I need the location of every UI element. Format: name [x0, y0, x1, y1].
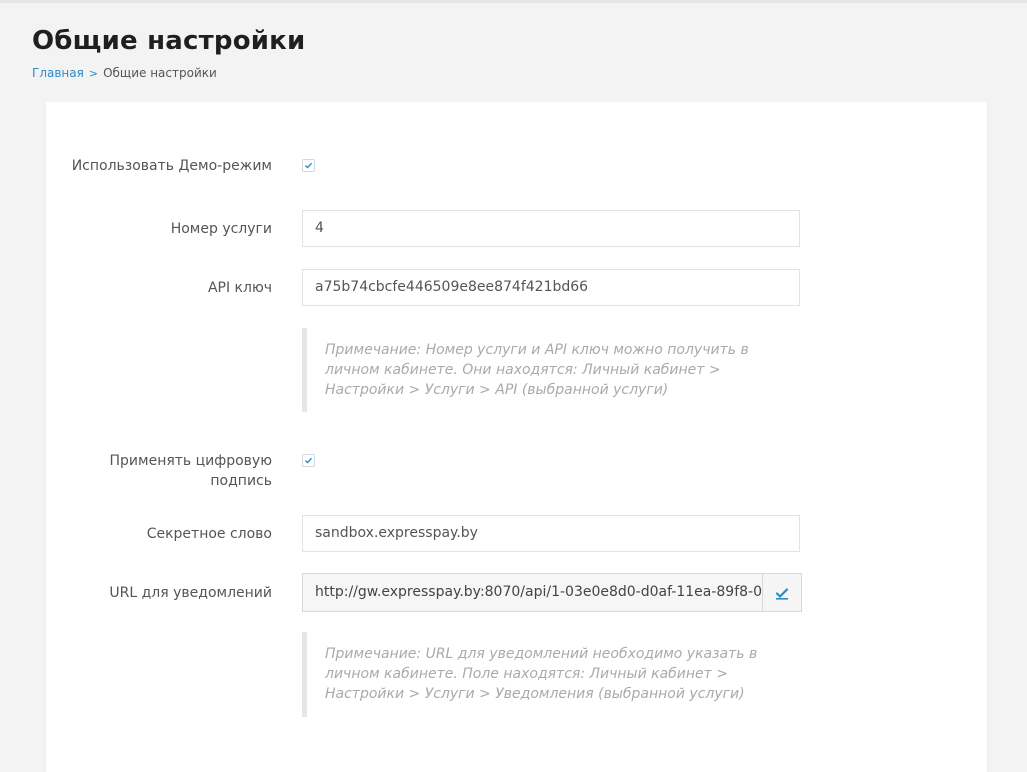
- api-note: Примечание: Номер услуги и API ключ можн…: [302, 328, 792, 412]
- api-key-input[interactable]: a75b74cbcfe446509e8ee874f421bd66: [302, 269, 800, 306]
- notification-url-group: http://gw.expresspay.by:8070/api/1-03e0e…: [302, 573, 802, 612]
- notification-url-label: URL для уведомлений: [109, 585, 272, 601]
- checkmark-icon: [305, 457, 313, 464]
- checkmark-icon: [305, 162, 313, 169]
- service-number-label: Номер услуги: [170, 221, 272, 237]
- breadcrumb-separator: >: [88, 67, 99, 80]
- breadcrumb-home-link[interactable]: Главная: [32, 66, 84, 80]
- secret-word-label: Секретное слово: [146, 526, 272, 542]
- url-note: Примечание: URL для уведомлений необходи…: [302, 632, 792, 717]
- demo-mode-label: Использовать Демо-режим: [71, 158, 272, 174]
- digital-signature-checkbox[interactable]: [302, 454, 315, 467]
- notification-url-edit-button[interactable]: [762, 573, 802, 612]
- secret-word-input[interactable]: sandbox.expresspay.by: [302, 515, 800, 552]
- service-number-input[interactable]: 4: [302, 210, 800, 247]
- notification-url-input[interactable]: http://gw.expresspay.by:8070/api/1-03e0e…: [302, 573, 763, 612]
- digital-signature-label: Применять цифровую подпись: [109, 453, 273, 489]
- api-key-label: API ключ: [207, 280, 272, 296]
- settings-card: Использовать Демо-режим Номер услуги 4 A…: [46, 102, 987, 772]
- top-border: [0, 0, 1027, 3]
- breadcrumb: Главная > Общие настройки: [32, 66, 217, 80]
- pencil-check-icon: [775, 588, 789, 600]
- page-title: Общие настройки: [32, 26, 306, 56]
- demo-mode-checkbox[interactable]: [302, 159, 315, 172]
- breadcrumb-current: Общие настройки: [103, 66, 217, 80]
